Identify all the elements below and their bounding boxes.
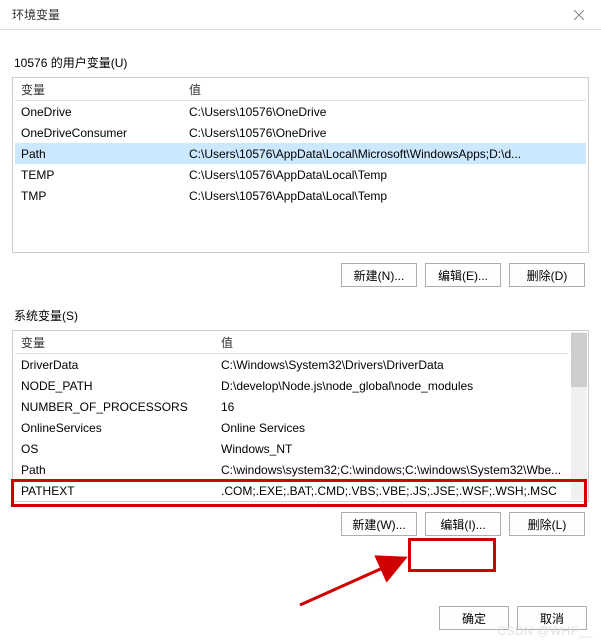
row-value: C:\windows\system32;C:\windows;C:\window…: [221, 460, 569, 480]
col-header-name[interactable]: 变量: [21, 333, 221, 353]
system-vars-header: 变量 值: [15, 333, 569, 354]
table-row[interactable]: OneDrive C:\Users\10576\OneDrive: [15, 101, 586, 122]
user-vars-panel: 变量 值 OneDrive C:\Users\10576\OneDrive On…: [12, 77, 589, 253]
row-name: NUMBER_OF_PROCESSORS: [21, 397, 221, 417]
user-new-button[interactable]: 新建(N)...: [341, 263, 417, 287]
row-name: OS: [21, 439, 221, 459]
system-new-button[interactable]: 新建(W)...: [341, 512, 417, 536]
row-value: .COM;.EXE;.BAT;.CMD;.VBS;.VBE;.JS;.JSE;.…: [221, 481, 569, 501]
row-value: C:\Users\10576\OneDrive: [189, 102, 586, 122]
scroll-thumb[interactable]: [571, 333, 587, 387]
watermark: CSDN @WHF__: [497, 624, 593, 638]
table-row[interactable]: Path C:\Users\10576\AppData\Local\Micros…: [15, 143, 586, 164]
row-value: C:\Users\10576\AppData\Local\Microsoft\W…: [189, 144, 586, 164]
col-header-value[interactable]: 值: [189, 80, 586, 100]
row-name: DriverData: [21, 355, 221, 375]
system-vars-table[interactable]: 变量 值 DriverData C:\Windows\System32\Driv…: [15, 333, 569, 501]
row-value: C:\Users\10576\AppData\Local\Temp: [189, 165, 586, 185]
system-edit-button[interactable]: 编辑(I)...: [425, 512, 501, 536]
table-row[interactable]: OS Windows_NT: [15, 438, 569, 459]
row-name: OneDrive: [21, 102, 189, 122]
table-row[interactable]: NODE_PATH D:\develop\Node.js\node_global…: [15, 375, 569, 396]
system-vars-buttons: 新建(W)... 编辑(I)... 删除(L): [12, 502, 589, 550]
row-name: TMP: [21, 186, 189, 206]
table-row[interactable]: PATHEXT .COM;.EXE;.BAT;.CMD;.VBS;.VBE;.J…: [15, 480, 569, 501]
row-name: NODE_PATH: [21, 376, 221, 396]
user-vars-table[interactable]: 变量 值 OneDrive C:\Users\10576\OneDrive On…: [15, 80, 586, 206]
row-value: C:\Windows\System32\Drivers\DriverData: [221, 355, 569, 375]
system-vars-label: 系统变量(S): [14, 307, 589, 324]
row-name: OneDriveConsumer: [21, 123, 189, 143]
table-row[interactable]: Path C:\windows\system32;C:\windows;C:\w…: [15, 459, 569, 480]
table-row[interactable]: TMP C:\Users\10576\AppData\Local\Temp: [15, 185, 586, 206]
table-row[interactable]: TEMP C:\Users\10576\AppData\Local\Temp: [15, 164, 586, 185]
row-name: Path: [21, 144, 189, 164]
user-vars-label: 10576 的用户变量(U): [14, 54, 589, 71]
col-header-name[interactable]: 变量: [21, 80, 189, 100]
close-icon[interactable]: [565, 5, 593, 25]
user-delete-button[interactable]: 删除(D): [509, 263, 585, 287]
table-row[interactable]: DriverData C:\Windows\System32\Drivers\D…: [15, 354, 569, 375]
row-value: Online Services: [221, 418, 569, 438]
titlebar: 环境变量: [0, 0, 601, 30]
row-value: 16: [221, 397, 569, 417]
user-vars-buttons: 新建(N)... 编辑(E)... 删除(D): [12, 253, 589, 301]
row-name: TEMP: [21, 165, 189, 185]
table-row[interactable]: NUMBER_OF_PROCESSORS 16: [15, 396, 569, 417]
window-title: 环境变量: [12, 6, 60, 23]
row-value: C:\Users\10576\AppData\Local\Temp: [189, 186, 586, 206]
col-header-value[interactable]: 值: [221, 333, 569, 353]
user-vars-header: 变量 值: [15, 80, 586, 101]
row-value: Windows_NT: [221, 439, 569, 459]
table-row[interactable]: OnlineServices Online Services: [15, 417, 569, 438]
row-value: D:\develop\Node.js\node_global\node_modu…: [221, 376, 569, 396]
scrollbar[interactable]: [571, 332, 587, 500]
system-delete-button[interactable]: 删除(L): [509, 512, 585, 536]
row-value: C:\Users\10576\OneDrive: [189, 123, 586, 143]
row-name: PATHEXT: [21, 481, 221, 501]
row-name: Path: [21, 460, 221, 480]
user-edit-button[interactable]: 编辑(E)...: [425, 263, 501, 287]
system-vars-panel: 变量 值 DriverData C:\Windows\System32\Driv…: [12, 330, 589, 502]
row-name: OnlineServices: [21, 418, 221, 438]
table-row[interactable]: OneDriveConsumer C:\Users\10576\OneDrive: [15, 122, 586, 143]
